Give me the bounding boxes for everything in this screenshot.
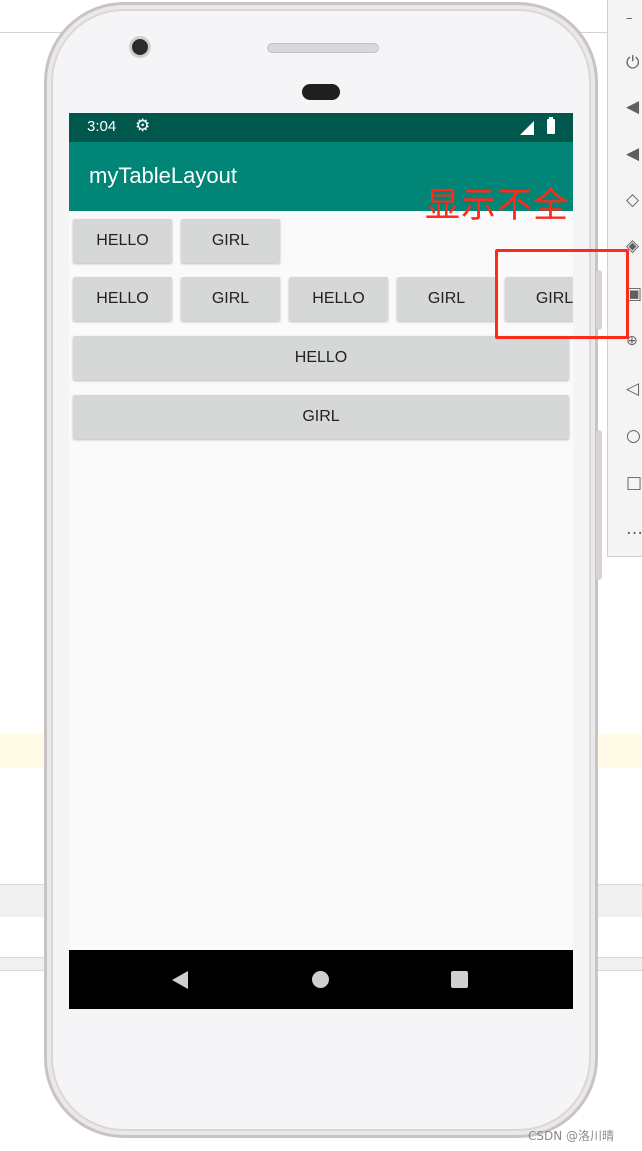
volume-button xyxy=(596,430,602,580)
more-icon[interactable]: … xyxy=(626,518,642,540)
volume-down-icon[interactable]: ◀ xyxy=(626,143,642,165)
power-icon[interactable]: ⏻ xyxy=(626,52,642,74)
earpiece-speaker xyxy=(267,43,379,53)
girl-button-full-width[interactable]: GIRL xyxy=(73,395,569,439)
girl-button[interactable]: GIRL xyxy=(181,277,280,321)
navigation-bar xyxy=(69,950,573,1009)
recents-icon[interactable] xyxy=(451,971,468,988)
girl-button[interactable]: GIRL xyxy=(397,277,496,321)
annotation-highlight-box xyxy=(495,249,629,339)
rotate-left-icon[interactable]: ◇ xyxy=(626,189,642,211)
battery-icon xyxy=(547,117,555,134)
app-title: myTableLayout xyxy=(89,163,237,188)
hello-button[interactable]: HELLO xyxy=(289,277,388,321)
girl-button[interactable]: GIRL xyxy=(181,219,280,263)
volume-up-icon[interactable]: ◀ xyxy=(626,96,642,118)
minimize-icon[interactable]: – xyxy=(626,8,642,30)
back-icon[interactable] xyxy=(172,971,188,989)
signal-icon xyxy=(520,121,534,135)
gear-icon: ⚙ xyxy=(135,116,151,136)
overview-icon[interactable]: □ xyxy=(626,472,642,494)
home-icon[interactable]: ○ xyxy=(626,425,642,447)
hello-button-full-width[interactable]: HELLO xyxy=(73,336,569,380)
proximity-sensor xyxy=(302,84,340,100)
device-screen: 3:04 ⚙ myTableLayout HELLO GIRL HELLO GI… xyxy=(69,113,573,1009)
watermark: CSDN @洛川晴 xyxy=(528,1129,615,1143)
back-icon[interactable]: ◁ xyxy=(626,378,642,400)
status-bar: 3:04 ⚙ xyxy=(69,113,573,142)
hello-button[interactable]: HELLO xyxy=(73,277,172,321)
hello-button[interactable]: HELLO xyxy=(73,219,172,263)
home-icon[interactable] xyxy=(312,971,329,988)
status-time: 3:04 xyxy=(87,118,117,135)
annotation-label: 显示不全 xyxy=(425,186,570,226)
front-camera xyxy=(129,36,151,58)
